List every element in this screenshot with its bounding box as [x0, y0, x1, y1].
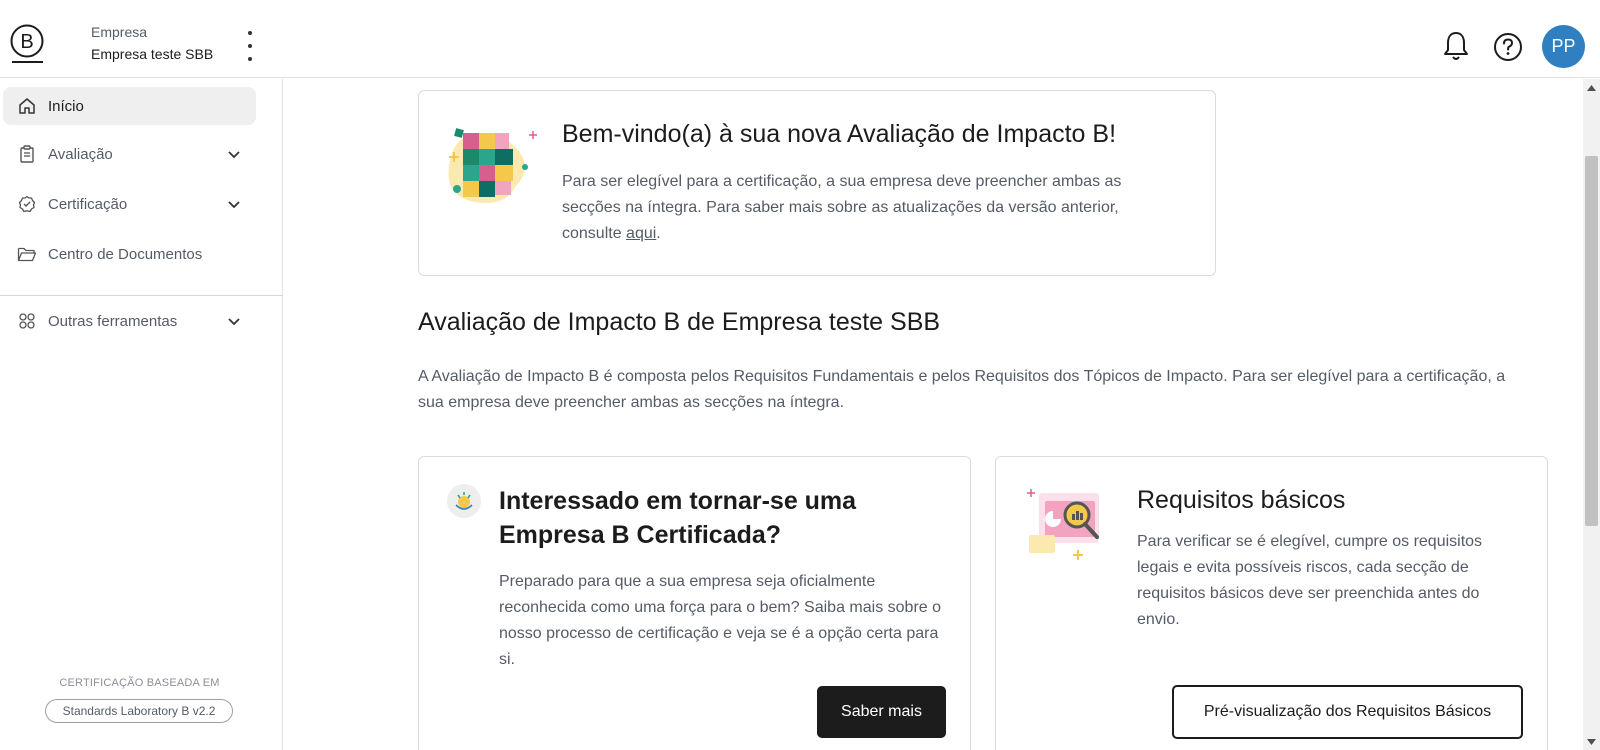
company-switcher: Empresa Empresa teste SBB	[91, 23, 213, 64]
basic-requirements-card: Requisitos básicos Para verificar se é e…	[995, 456, 1548, 750]
celebration-icon	[447, 484, 481, 518]
assessment-title: Avaliação de Impacto B de Empresa teste …	[418, 308, 941, 336]
sidebar-item-label: Certificação	[48, 195, 128, 213]
home-icon	[17, 96, 37, 116]
welcome-card: Bem-vindo(a) à sua nova Avaliação de Imp…	[418, 90, 1216, 276]
certification-label: CERTIFICAÇÃO BASEADA EM	[59, 677, 220, 689]
sidebar-item-inicio[interactable]: Início	[3, 87, 256, 125]
b-mosaic-illustration	[448, 128, 537, 203]
main-content: Bem-vindo(a) à sua nova Avaliação de Imp…	[284, 79, 1582, 750]
standard-version-badge: Standards Laboratory B v2.2	[45, 699, 233, 723]
company-name: Empresa teste SBB	[91, 46, 214, 62]
svg-text:B: B	[20, 31, 33, 53]
sidebar-item-centro-documentos[interactable]: Centro de Documentos	[3, 235, 256, 273]
preview-basic-requirements-button[interactable]: Pré-visualização dos Requisitos Básicos	[1172, 685, 1523, 739]
magnifier-chart-illustration	[1027, 489, 1099, 560]
basic-requirements-title: Requisitos básicos	[1137, 486, 1346, 514]
badge-check-icon	[17, 194, 37, 214]
scroll-down-arrow-icon[interactable]	[1583, 733, 1600, 750]
folder-icon	[17, 244, 37, 264]
sidebar-item-label: Início	[48, 97, 84, 115]
basic-requirements-text: Para verificar se é elegível, cumpre os …	[1137, 533, 1483, 628]
help-icon[interactable]	[1493, 32, 1523, 62]
welcome-text: Para ser elegível para a certificação, a…	[562, 169, 1182, 247]
kebab-menu-icon[interactable]	[244, 31, 256, 61]
welcome-title: Bem-vindo(a) à sua nova Avaliação de Imp…	[562, 120, 1117, 148]
scroll-up-arrow-icon[interactable]	[1583, 79, 1600, 96]
sidebar-item-label: Centro de Documentos	[48, 245, 203, 263]
welcome-text-end: .	[656, 225, 661, 242]
vertical-scrollbar[interactable]	[1583, 79, 1600, 750]
certified-card-text: Preparado para que a sua empresa seja of…	[499, 573, 942, 668]
user-avatar[interactable]: PP	[1542, 25, 1585, 68]
sidebar-item-certificacao[interactable]: Certificação	[3, 185, 256, 223]
company-label: Empresa	[91, 24, 148, 40]
certified-info-card: Interessado em tornar-se uma Empresa B C…	[418, 456, 971, 750]
sidebar-item-label: Avaliação	[48, 145, 113, 163]
assessment-description: A Avaliação de Impacto B é composta pelo…	[418, 368, 1506, 411]
bell-icon[interactable]	[1441, 30, 1471, 62]
sidebar-item-avaliacao[interactable]: Avaliação	[3, 135, 256, 173]
chevron-down-icon	[228, 151, 240, 159]
learn-more-button[interactable]: Saber mais	[817, 686, 946, 738]
sidebar-item-label: Outras ferramentas	[48, 312, 178, 330]
scrollbar-thumb[interactable]	[1585, 156, 1598, 526]
sidebar-nav: Início Avaliação Certificação Centro de …	[0, 79, 283, 750]
here-link[interactable]: aqui	[626, 225, 656, 242]
grid-icon	[17, 311, 37, 331]
sidebar-divider	[0, 295, 283, 296]
chevron-down-icon	[228, 201, 240, 209]
certified-card-title: Interessado em tornar-se uma Empresa B C…	[499, 487, 857, 549]
chevron-down-icon	[228, 318, 240, 326]
top-header: B Empresa Empresa teste SBB PP	[0, 0, 1600, 78]
sidebar-item-outras-ferramentas[interactable]: Outras ferramentas	[3, 302, 256, 340]
clipboard-icon	[17, 144, 37, 164]
b-corp-logo[interactable]: B	[10, 24, 46, 66]
